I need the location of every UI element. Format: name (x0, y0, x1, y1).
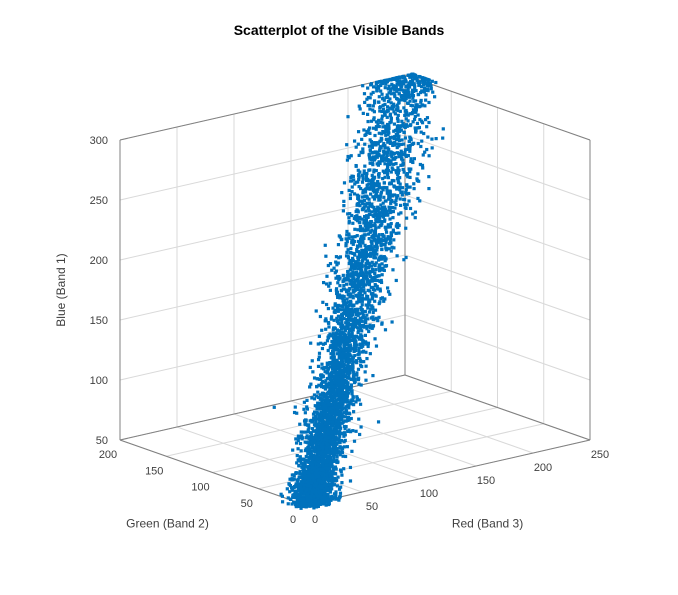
z-tick: 50 (96, 435, 108, 447)
z-tick: 100 (90, 375, 108, 387)
y-label: Green (Band 2) (126, 517, 209, 531)
x-tick: 100 (420, 488, 438, 500)
z-label: Blue (Band 1) (54, 253, 68, 326)
z-tick: 200 (90, 255, 108, 267)
y-tick: 50 (241, 498, 253, 510)
x-label: Red (Band 3) (452, 517, 523, 531)
x-tick: 50 (366, 501, 378, 513)
x-tick: 200 (534, 462, 552, 474)
z-tick: 150 (90, 315, 108, 327)
z-tick: 300 (90, 135, 108, 147)
axes-3d[interactable]: 0 50 100 150 200 250 0 50 100 150 200 50 100 150 200 25… (0, 0, 678, 595)
z-tick: 250 (90, 195, 108, 207)
scatter-series (273, 73, 445, 510)
y-tick: 0 (290, 514, 296, 526)
figure: Scatterplot of the Visible Bands 0501001… (0, 0, 678, 595)
x-tick: 0 (312, 514, 318, 526)
x-tick: 150 (477, 475, 495, 487)
y-tick: 150 (145, 465, 163, 477)
y-tick: 200 (99, 449, 117, 461)
x-tick: 250 (591, 449, 609, 461)
y-tick: 100 (191, 482, 209, 494)
